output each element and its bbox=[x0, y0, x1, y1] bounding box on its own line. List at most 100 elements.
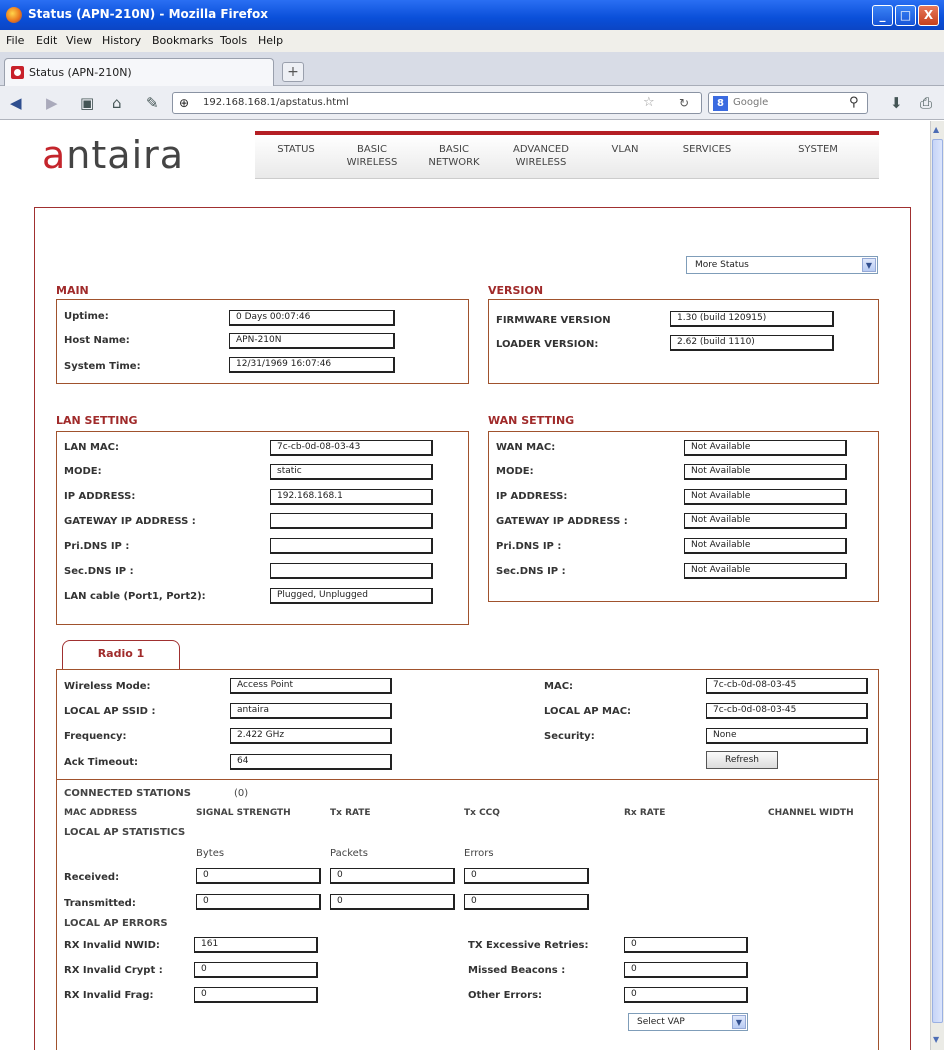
refresh-button[interactable]: Refresh bbox=[706, 751, 778, 769]
col-rx-rate: Rx RATE bbox=[624, 808, 666, 818]
download-icon[interactable]: ⬇ bbox=[890, 94, 903, 112]
wan-mode-label: MODE: bbox=[496, 466, 534, 477]
frequency-label: Frequency: bbox=[64, 731, 127, 742]
lan-mode-value: static bbox=[270, 464, 433, 480]
scroll-up-icon[interactable]: ▲ bbox=[933, 125, 939, 134]
menu-file[interactable]: File bbox=[6, 34, 24, 47]
forward-icon[interactable]: ▶ bbox=[46, 94, 58, 112]
lan-cable-value: Plugged, Unplugged bbox=[270, 588, 433, 604]
close-button[interactable]: X bbox=[918, 5, 939, 26]
tx-excessive-retries-label: TX Excessive Retries: bbox=[468, 940, 589, 951]
menu-bookmarks[interactable]: Bookmarks bbox=[152, 34, 213, 47]
loader-version-label: LOADER VERSION: bbox=[496, 339, 599, 350]
menu-edit[interactable]: Edit bbox=[36, 34, 57, 47]
menu-view[interactable]: View bbox=[66, 34, 92, 47]
wan-mode-value: Not Available bbox=[684, 464, 847, 480]
lan-gateway-value bbox=[270, 513, 433, 529]
frequency-value: 2.422 GHz bbox=[230, 728, 392, 744]
minimize-button[interactable]: _ bbox=[872, 5, 893, 26]
local-ap-mac-value: 7c-cb-0d-08-03-45 bbox=[706, 703, 868, 719]
tab-radio-1[interactable]: Radio 1 bbox=[62, 640, 180, 670]
scrollbar-thumb[interactable] bbox=[932, 139, 943, 1023]
menu-help[interactable]: Help bbox=[258, 34, 283, 47]
wan-primary-dns-label: Pri.DNS IP : bbox=[496, 541, 562, 552]
vertical-scrollbar[interactable]: ▲ ▼ bbox=[930, 121, 944, 1050]
wan-mac-label: WAN MAC: bbox=[496, 442, 556, 453]
rx-invalid-nwid-label: RX Invalid NWID: bbox=[64, 940, 160, 951]
chevron-down-icon: ▼ bbox=[732, 1015, 746, 1029]
nav-status[interactable]: STATUS bbox=[271, 143, 321, 156]
print-icon[interactable]: ⎙ bbox=[920, 94, 932, 112]
rx-invalid-frag-value: 0 bbox=[194, 987, 318, 1003]
main-title: MAIN bbox=[56, 284, 89, 297]
lan-mode-label: MODE: bbox=[64, 466, 102, 477]
host-name-value: APN-210N bbox=[229, 333, 395, 349]
lan-secondary-dns-label: Sec.DNS IP : bbox=[64, 566, 134, 577]
firmware-version-value: 1.30 (build 120915) bbox=[670, 311, 834, 327]
firmware-version-label: FIRMWARE VERSION bbox=[496, 315, 611, 326]
local-ap-ssid-label: LOCAL AP SSID : bbox=[64, 706, 156, 717]
wan-ip-value: Not Available bbox=[684, 489, 847, 505]
ack-timeout-label: Ack Timeout: bbox=[64, 757, 139, 768]
firefox-icon bbox=[6, 7, 22, 23]
tab-status[interactable]: Status (APN-210N) bbox=[4, 58, 274, 86]
antaira-logo: antaira bbox=[42, 133, 185, 177]
connected-stations-title: CONNECTED STATIONS bbox=[64, 788, 192, 799]
maximize-button[interactable]: □ bbox=[895, 5, 916, 26]
chevron-down-icon: ▼ bbox=[862, 258, 876, 272]
transmitted-errors-value: 0 bbox=[464, 894, 589, 910]
rx-invalid-crypt-label: RX Invalid Crypt : bbox=[64, 965, 163, 976]
nav-services[interactable]: SERVICES bbox=[667, 143, 747, 156]
tab-label: Status (APN-210N) bbox=[29, 66, 132, 79]
home-icon[interactable]: ⌂ bbox=[112, 94, 122, 112]
nav-system[interactable]: SYSTEM bbox=[783, 143, 853, 156]
col-errors: Errors bbox=[464, 848, 494, 859]
google-icon: 8 bbox=[713, 96, 728, 111]
tx-excessive-retries-value: 0 bbox=[624, 937, 748, 953]
wan-ip-label: IP ADDRESS: bbox=[496, 491, 568, 502]
connected-stations-count: (0) bbox=[234, 788, 249, 799]
other-errors-value: 0 bbox=[624, 987, 748, 1003]
wan-mac-value: Not Available bbox=[684, 440, 847, 456]
search-box[interactable]: 8 Google ⚲ bbox=[708, 92, 868, 114]
back-icon[interactable]: ◀ bbox=[10, 94, 22, 112]
feather-icon[interactable]: ✎ bbox=[146, 94, 159, 112]
col-channel-width: CHANNEL WIDTH bbox=[768, 808, 854, 818]
radio-mac-label: MAC: bbox=[544, 681, 574, 692]
bookmarks-panel-icon[interactable]: ▣ bbox=[80, 94, 94, 112]
url-bar[interactable]: ⊕ 192.168.168.1/apstatus.html ☆ ↻ bbox=[172, 92, 702, 114]
reload-icon[interactable]: ↻ bbox=[679, 96, 689, 110]
lan-mac-label: LAN MAC: bbox=[64, 442, 119, 453]
window-titlebar: Status (APN-210N) - Mozilla Firefox _ □ … bbox=[0, 0, 944, 30]
received-errors-value: 0 bbox=[464, 868, 589, 884]
security-value: None bbox=[706, 728, 868, 744]
received-packets-value: 0 bbox=[330, 868, 455, 884]
search-icon[interactable]: ⚲ bbox=[849, 95, 859, 110]
top-navigation: STATUS BASIC WIRELESS BASIC NETWORK ADVANC… bbox=[255, 131, 879, 179]
scroll-down-icon[interactable]: ▼ bbox=[933, 1035, 939, 1044]
lan-setting-title: LAN SETTING bbox=[56, 414, 138, 427]
wan-gateway-label: GATEWAY IP ADDRESS : bbox=[496, 516, 628, 527]
nav-basic-wireless[interactable]: BASIC WIRELESS bbox=[341, 143, 403, 169]
more-status-select[interactable]: More Status ▼ bbox=[686, 256, 878, 274]
bookmark-star-icon[interactable]: ☆ bbox=[643, 95, 655, 110]
local-ap-mac-label: LOCAL AP MAC: bbox=[544, 706, 632, 717]
wireless-mode-value: Access Point bbox=[230, 678, 392, 694]
lan-ip-label: IP ADDRESS: bbox=[64, 491, 136, 502]
menu-history[interactable]: History bbox=[102, 34, 141, 47]
missed-beacons-value: 0 bbox=[624, 962, 748, 978]
new-tab-button[interactable]: + bbox=[282, 62, 304, 82]
select-vap-select[interactable]: Select VAP ▼ bbox=[628, 1013, 748, 1031]
nav-basic-network[interactable]: BASIC NETWORK bbox=[423, 143, 485, 169]
nav-advanced-wireless[interactable]: ADVANCED WIRELESS bbox=[505, 143, 577, 169]
col-mac-address: MAC ADDRESS bbox=[64, 808, 138, 818]
menu-tools[interactable]: Tools bbox=[220, 34, 247, 47]
wan-gateway-value: Not Available bbox=[684, 513, 847, 529]
ack-timeout-value: 64 bbox=[230, 754, 392, 770]
antaira-favicon-icon bbox=[11, 66, 24, 79]
col-tx-rate: Tx RATE bbox=[330, 808, 371, 818]
transmitted-bytes-value: 0 bbox=[196, 894, 321, 910]
col-tx-ccq: Tx CCQ bbox=[464, 808, 500, 818]
nav-vlan[interactable]: VLAN bbox=[601, 143, 649, 156]
missed-beacons-label: Missed Beacons : bbox=[468, 965, 566, 976]
